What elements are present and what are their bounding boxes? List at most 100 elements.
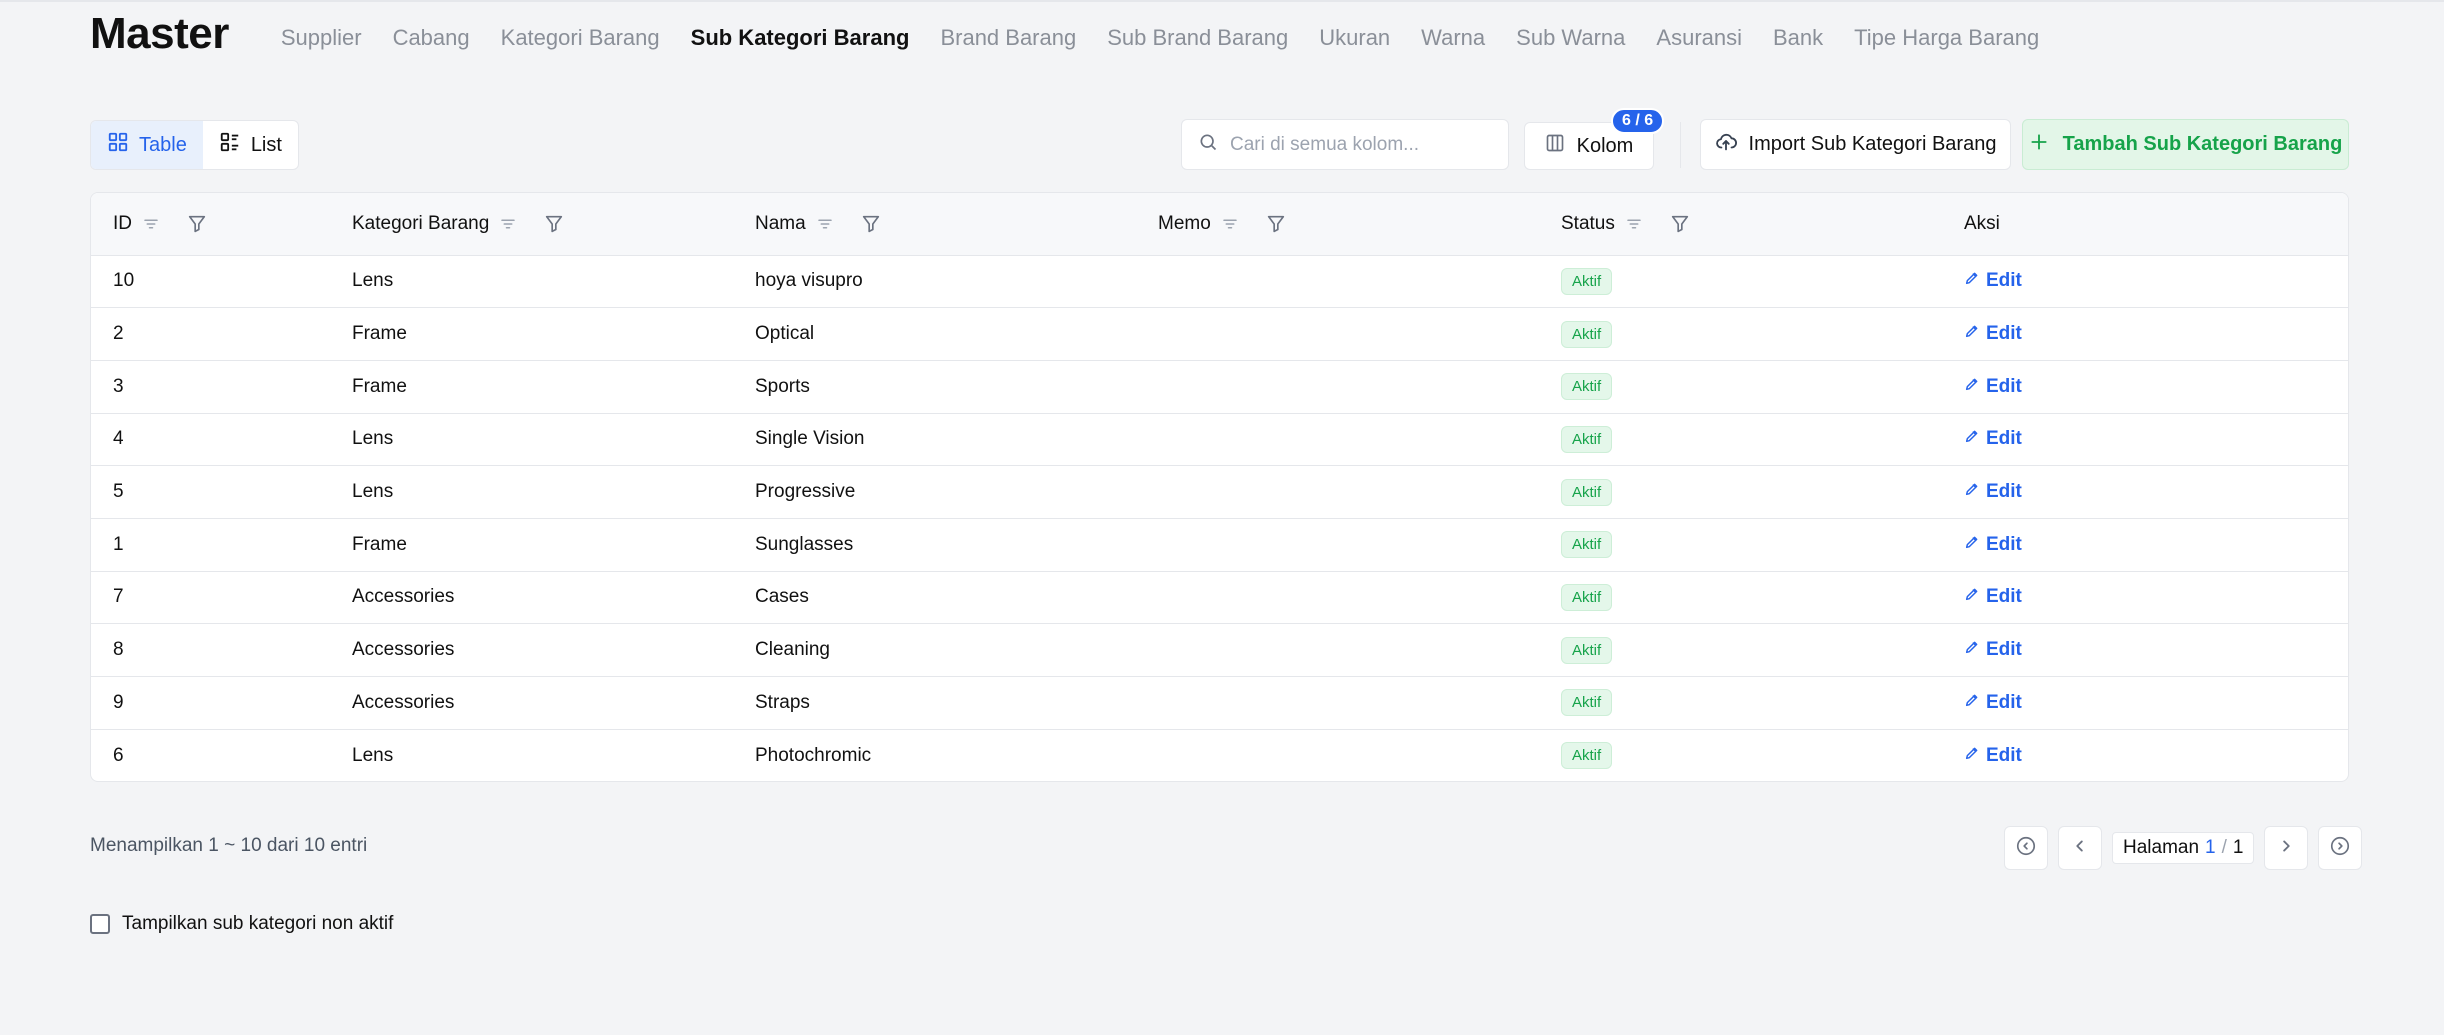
nav-item-kategori-barang[interactable]: Kategori Barang	[501, 24, 660, 52]
page-indicator: Halaman 1 / 1	[2112, 832, 2255, 864]
nav-item-ukuran[interactable]: Ukuran	[1319, 24, 1390, 52]
edit-button[interactable]: Edit	[1964, 639, 2022, 661]
pencil-icon	[1964, 745, 1980, 767]
filter-icon[interactable]	[1265, 213, 1287, 235]
master-nav: Supplier Cabang Kategori Barang Sub Kategor…	[281, 24, 2070, 52]
nav-item-sub-brand-barang[interactable]: Sub Brand Barang	[1107, 24, 1288, 52]
filter-icon[interactable]	[186, 213, 208, 235]
view-table-button[interactable]: Table	[91, 121, 203, 169]
last-page-button[interactable]	[2318, 826, 2363, 870]
import-label: Import Sub Kategori Barang	[1748, 133, 1997, 155]
table-row: 8 Accessories Cleaning Aktif Edit	[91, 624, 2348, 677]
edit-button[interactable]: Edit	[1964, 586, 2022, 608]
edit-button[interactable]: Edit	[1964, 481, 2022, 503]
cell-nama: Single Vision	[755, 428, 865, 450]
edit-label: Edit	[1986, 639, 2022, 661]
show-inactive-checkbox[interactable]	[90, 914, 110, 934]
column-header-status: Status	[1539, 193, 1942, 256]
first-page-icon	[2015, 835, 2037, 862]
cell-status: Aktif	[1539, 571, 1942, 624]
pencil-icon	[1964, 481, 1980, 503]
column-header-aksi: Aksi	[1942, 193, 2348, 256]
cell-kategori: Lens	[352, 481, 394, 503]
cell-nama: Optical	[755, 323, 815, 345]
nav-item-warna[interactable]: Warna	[1421, 24, 1485, 52]
edit-label: Edit	[1986, 691, 2022, 713]
cell-id: 1	[113, 533, 124, 555]
cell-kategori: Lens	[352, 744, 394, 766]
columns-count-badge: 6 / 6	[1611, 108, 1665, 134]
edit-button[interactable]: Edit	[1964, 534, 2022, 556]
table-row: 3 Frame Sports Aktif Edit	[91, 360, 2348, 414]
nav-item-cabang[interactable]: Cabang	[393, 24, 470, 52]
nav-item-tipe-harga-barang[interactable]: Tipe Harga Barang	[1854, 24, 2039, 52]
cell-kategori: Lens	[352, 270, 394, 292]
edit-label: Edit	[1986, 323, 2022, 345]
cell-status: Aktif	[1539, 255, 1942, 308]
page-separator: /	[2221, 837, 2227, 858]
column-header-nama: Nama	[733, 193, 1136, 256]
edit-button[interactable]: Edit	[1964, 376, 2022, 398]
data-table: ID Kategori Barang Nama Memo Status Aksi 10 Le…	[90, 192, 2349, 782]
cell-nama: Sports	[755, 375, 810, 397]
table-row: 2 Frame Optical Aktif Edit	[91, 308, 2348, 361]
sort-icon[interactable]	[142, 215, 160, 233]
cell-status: Aktif	[1539, 624, 1942, 677]
search-input[interactable]	[1230, 133, 1490, 156]
cell-status: Aktif	[1539, 308, 1942, 361]
cell-nama: Cleaning	[755, 639, 830, 661]
edit-label: Edit	[1986, 744, 2022, 766]
import-button[interactable]: Import Sub Kategori Barang	[1700, 119, 2011, 170]
cell-nama: Sunglasses	[755, 533, 854, 555]
nav-item-asuransi[interactable]: Asuransi	[1656, 24, 1742, 52]
nav-item-bank[interactable]: Bank	[1773, 24, 1823, 52]
chevron-right-icon	[2275, 835, 2297, 862]
view-list-button[interactable]: List	[203, 121, 298, 169]
cell-memo	[1136, 255, 1539, 308]
top-border	[0, 0, 2444, 2]
sort-icon[interactable]	[816, 215, 834, 233]
status-badge: Aktif	[1561, 636, 1613, 664]
cell-kategori: Accessories	[352, 691, 455, 713]
table-row: 1 Frame Sunglasses Aktif Edit	[91, 518, 2348, 572]
plus-icon	[2029, 132, 2049, 158]
filter-icon[interactable]	[1669, 213, 1691, 235]
cell-aksi: Edit	[1942, 624, 2348, 677]
cell-aksi: Edit	[1942, 729, 2348, 781]
cell-kategori: Accessories	[352, 639, 455, 661]
sort-icon[interactable]	[1625, 215, 1643, 233]
cell-kategori: Accessories	[352, 586, 455, 608]
cell-aksi: Edit	[1942, 571, 2348, 624]
column-label: Aksi	[1964, 212, 2000, 234]
edit-button[interactable]: Edit	[1964, 323, 2022, 345]
nav-item-brand-barang[interactable]: Brand Barang	[940, 24, 1076, 52]
column-label: ID	[113, 212, 132, 234]
edit-button[interactable]: Edit	[1964, 745, 2022, 767]
next-page-button[interactable]	[2264, 826, 2309, 870]
cell-aksi: Edit	[1942, 413, 2348, 466]
show-inactive-toggle[interactable]: Tampilkan sub kategori non aktif	[90, 913, 393, 935]
first-page-button[interactable]	[2004, 826, 2048, 870]
add-sub-category-button[interactable]: Tambah Sub Kategori Barang	[2022, 119, 2349, 170]
nav-item-sub-kategori-barang[interactable]: Sub Kategori Barang	[691, 24, 910, 52]
edit-button[interactable]: Edit	[1964, 270, 2022, 292]
column-header-memo: Memo	[1136, 193, 1539, 256]
cell-id: 3	[113, 375, 124, 397]
edit-button[interactable]: Edit	[1964, 428, 2022, 450]
cell-kategori: Frame	[352, 533, 407, 555]
cell-memo	[1136, 413, 1539, 466]
table-row: 7 Accessories Cases Aktif Edit	[91, 571, 2348, 624]
filter-icon[interactable]	[860, 213, 882, 235]
show-inactive-label: Tampilkan sub kategori non aktif	[122, 913, 394, 934]
nav-item-supplier[interactable]: Supplier	[281, 24, 362, 52]
column-label: Kategori Barang	[352, 212, 490, 234]
grid-icon	[107, 131, 129, 159]
nav-item-sub-warna[interactable]: Sub Warna	[1516, 24, 1625, 52]
sort-icon[interactable]	[499, 215, 517, 233]
cell-id: 9	[113, 691, 124, 713]
prev-page-button[interactable]	[2058, 826, 2102, 870]
edit-button[interactable]: Edit	[1964, 692, 2022, 714]
status-badge: Aktif	[1561, 267, 1613, 295]
sort-icon[interactable]	[1221, 215, 1239, 233]
filter-icon[interactable]	[543, 213, 565, 235]
